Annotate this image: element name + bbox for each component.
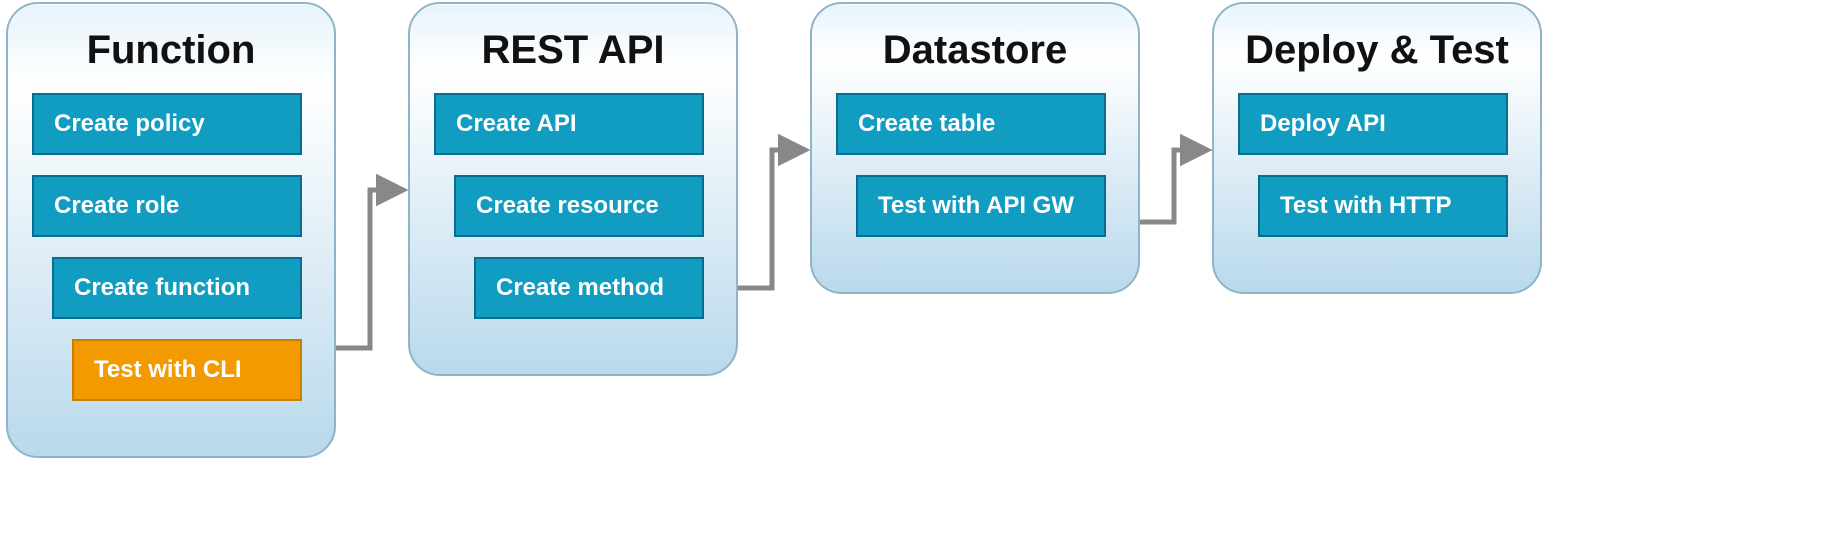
panel-rest-api: REST API Create API Create resource Crea…: [408, 2, 738, 376]
step-label: Deploy API: [1260, 110, 1386, 138]
step-label: Create policy: [54, 110, 205, 138]
step-create-role: Create role: [32, 175, 302, 237]
panel-title: REST API: [434, 28, 712, 73]
step-deploy-api: Deploy API: [1238, 93, 1508, 155]
panel-title: Function: [32, 28, 310, 73]
step-create-method: Create method: [474, 257, 704, 319]
step-label: Create function: [74, 274, 250, 302]
arrow-2: [738, 150, 804, 288]
step-create-resource: Create resource: [454, 175, 704, 237]
panel-datastore: Datastore Create table Test with API GW: [810, 2, 1140, 294]
step-create-policy: Create policy: [32, 93, 302, 155]
panel-title: Deploy & Test: [1238, 28, 1516, 73]
step-test-with-http: Test with HTTP: [1258, 175, 1508, 237]
step-label: Test with API GW: [878, 192, 1074, 220]
step-label: Create resource: [476, 192, 659, 220]
panel-function: Function Create policy Create role Creat…: [6, 2, 336, 458]
step-label: Create method: [496, 274, 664, 302]
step-create-table: Create table: [836, 93, 1106, 155]
step-label: Create table: [858, 110, 995, 138]
arrow-1: [336, 190, 402, 348]
step-create-api: Create API: [434, 93, 704, 155]
step-label: Test with HTTP: [1280, 192, 1452, 220]
step-test-with-api-gw: Test with API GW: [856, 175, 1106, 237]
step-label: Test with CLI: [94, 356, 242, 384]
step-create-function: Create function: [52, 257, 302, 319]
panel-title: Datastore: [836, 28, 1114, 73]
step-label: Create API: [456, 110, 577, 138]
panel-deploy-test: Deploy & Test Deploy API Test with HTTP: [1212, 2, 1542, 294]
diagram-canvas: Function Create policy Create role Creat…: [0, 0, 1828, 550]
step-test-with-cli: Test with CLI: [72, 339, 302, 401]
step-label: Create role: [54, 192, 179, 220]
arrow-3: [1140, 150, 1206, 222]
